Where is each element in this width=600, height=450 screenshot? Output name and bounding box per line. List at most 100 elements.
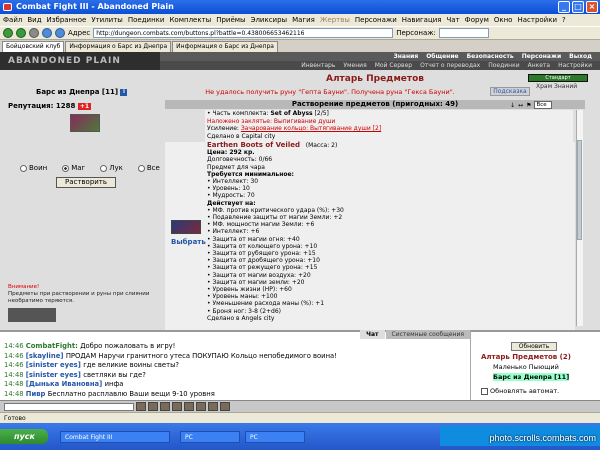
tab-chat[interactable]: Чат	[360, 330, 385, 339]
browser-tab[interactable]: Информация о Барс из Днепра	[172, 41, 278, 52]
nav-item[interactable]: Выход	[569, 52, 592, 61]
chat-author[interactable]: Пивр	[26, 390, 48, 398]
browser-tab[interactable]: Информация о Барс из Днепра	[65, 41, 172, 52]
task-pc1[interactable]: PC	[180, 431, 240, 443]
radio-archer[interactable]: Лук	[100, 164, 123, 172]
autorefresh-checkbox[interactable]	[481, 387, 488, 395]
filter-select[interactable]: Все	[534, 101, 553, 109]
task-pc2[interactable]: PC	[245, 431, 305, 443]
chat-author[interactable]: [sinister eyes]	[26, 361, 83, 369]
info-icon[interactable]: i	[120, 88, 128, 96]
dissolve-button[interactable]: Растворить	[56, 177, 116, 188]
game-logo: ABANDONED PLAIN	[0, 52, 160, 70]
player-name[interactable]: Барс из Днепра	[36, 88, 99, 96]
menu-item[interactable]: Навигация	[402, 14, 442, 26]
chat-line: 14:48 [Дынька Ивановна] инфа	[4, 380, 123, 388]
chat-line: 14:46 CombatFight: Добро пожаловать в иг…	[4, 342, 175, 350]
scrollbar[interactable]	[576, 110, 583, 326]
subnav-item[interactable]: Мой Сервер	[375, 61, 412, 70]
radio-warrior[interactable]: Воин	[20, 164, 47, 172]
minimize-icon[interactable]: _	[558, 1, 570, 13]
center-panel: Алтарь Предметов Не удалось получить рун…	[165, 70, 585, 330]
map-icon[interactable]	[196, 402, 206, 411]
back-icon[interactable]	[3, 28, 13, 38]
clear-icon[interactable]	[160, 402, 170, 411]
home-icon[interactable]	[55, 28, 65, 38]
chat-input[interactable]	[4, 402, 134, 411]
warning-title: Внимание!	[8, 284, 40, 290]
person-input[interactable]	[438, 28, 489, 38]
refresh-button[interactable]: Обновить	[511, 342, 557, 351]
refresh-icon[interactable]	[42, 28, 52, 38]
stop-icon[interactable]	[29, 28, 39, 38]
friends-icon[interactable]	[220, 402, 230, 411]
sort-alt-icon[interactable]: ↔	[518, 102, 523, 109]
menu-item[interactable]: Настройки	[517, 14, 557, 26]
enchant-link[interactable]: Зачарование кольцо: Вытягивание души [2]	[241, 125, 381, 132]
subnav-item[interactable]: Настройки	[558, 61, 592, 70]
chat-author[interactable]: [Дынька Ивановна]	[26, 380, 105, 388]
nav-item[interactable]: Общение	[426, 52, 458, 61]
menu-item[interactable]: Магия	[292, 14, 315, 26]
menu-item[interactable]: Окно	[494, 14, 513, 26]
menu-item[interactable]: Эликсиры	[251, 14, 288, 26]
nav-item[interactable]: Безопасность	[467, 52, 514, 61]
occupant[interactable]: Барс из Днепра [11]	[493, 373, 570, 381]
menu-item[interactable]: Файл	[3, 14, 22, 26]
item-thumbnail[interactable]	[171, 220, 201, 234]
radio-all[interactable]: Все	[137, 164, 160, 172]
tab-system[interactable]: Системные сообщения	[385, 330, 470, 339]
menu-item[interactable]: Персонажи	[355, 14, 397, 26]
location-badge[interactable]: Стандарт	[528, 74, 588, 82]
forward-icon[interactable]	[16, 28, 26, 38]
address-input[interactable]: http://dungeon.combats.com/buttons.pl?ba…	[93, 28, 394, 38]
send-icon[interactable]	[148, 402, 158, 411]
menu-item[interactable]: Избранное	[47, 14, 87, 26]
close-icon[interactable]: ×	[586, 1, 598, 13]
chat-time: 14:46	[4, 351, 26, 360]
chat-author[interactable]: [skayline]	[26, 352, 66, 360]
chat-author[interactable]: [sinister eyes]	[26, 371, 83, 379]
filter-icon[interactable]: ⚑	[526, 102, 531, 109]
menu-item[interactable]: Форум	[465, 14, 489, 26]
menu-item[interactable]: Приёмы	[216, 14, 245, 26]
maximize-icon[interactable]: □	[572, 1, 584, 13]
menu-item[interactable]: ?	[562, 14, 566, 26]
subnav-item[interactable]: Поединки	[488, 61, 519, 70]
nav-item[interactable]: Персонажи	[522, 52, 561, 61]
subnav-item[interactable]: Умения	[343, 61, 366, 70]
menu-item[interactable]: Чат	[447, 14, 460, 26]
chat-text: светляки вы где?	[83, 370, 146, 379]
subnav-item[interactable]: Инвентарь	[301, 61, 335, 70]
banner-button[interactable]	[8, 308, 56, 322]
item-price: Цена: 292 кр.	[207, 149, 255, 157]
player-info[interactable]: Барс из Днепра [11] i	[36, 88, 128, 96]
reputation: Репутация: 1288 +1	[8, 102, 92, 110]
nav-item[interactable]: Знания	[394, 52, 419, 61]
start-button[interactable]: пуск	[0, 429, 48, 444]
smile-icon[interactable]	[136, 402, 146, 411]
effects-list: • МФ. против критического удара (%): +30…	[207, 207, 573, 322]
effect: • Броня ног: 3-8 (2+d6)	[207, 307, 282, 315]
menu-item[interactable]: Вид	[27, 14, 41, 26]
menu-item[interactable]: Жертвы	[320, 14, 350, 26]
subnav-item[interactable]: Отчет о переводах	[420, 61, 480, 70]
radio-mage[interactable]: Маг	[62, 164, 85, 172]
menu-item[interactable]: Утилиты	[91, 14, 123, 26]
inventory-icon[interactable]	[208, 402, 218, 411]
menu-item[interactable]: Комплекты	[169, 14, 211, 26]
autorefresh[interactable]: Обновлять автомат.	[481, 387, 559, 395]
browser-tab[interactable]: Бойцовский клуб	[2, 41, 65, 52]
hint-button[interactable]: Подсказка	[490, 87, 530, 96]
effect: • Защита от магии земли: +20	[207, 278, 305, 286]
choose-button[interactable]: Выбрать	[171, 238, 206, 246]
filter-icon[interactable]	[172, 402, 182, 411]
item-name[interactable]: Earthen Boots of Veiled	[207, 141, 300, 149]
occupant[interactable]: Маленько Пыющий	[493, 363, 559, 371]
settings-icon[interactable]	[184, 402, 194, 411]
chat-author[interactable]: CombatFight:	[26, 342, 80, 350]
location-name[interactable]: Храм Знаний	[536, 83, 577, 90]
sort-icon[interactable]: ↓	[510, 102, 515, 109]
subnav-item[interactable]: Анкета	[528, 61, 551, 70]
menu-item[interactable]: Поединки	[128, 14, 165, 26]
